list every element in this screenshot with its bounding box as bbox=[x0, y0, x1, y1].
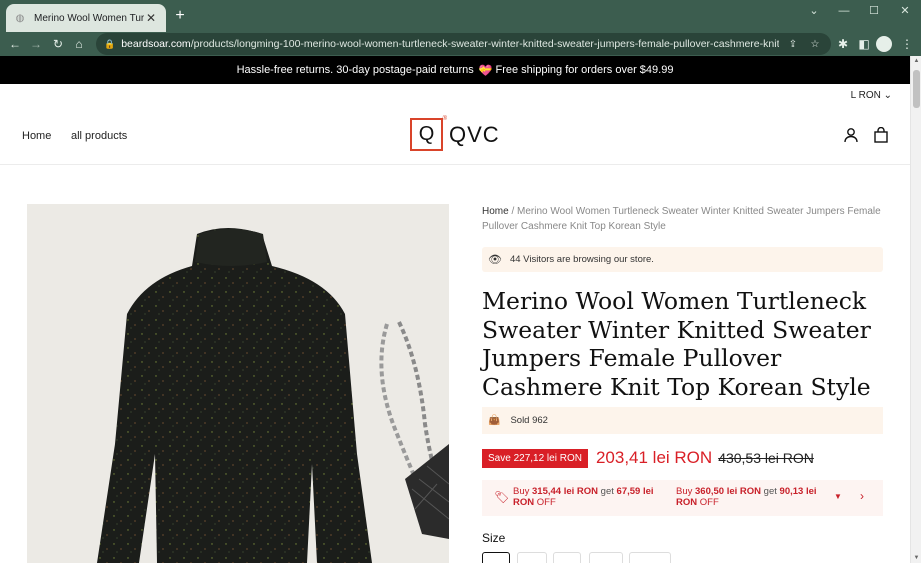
size-option[interactable] bbox=[517, 552, 547, 563]
caret-down-icon[interactable]: ▼ bbox=[834, 492, 842, 501]
menu-kebab-icon[interactable]: ⋮ bbox=[898, 35, 916, 53]
maximize-button[interactable]: ☐ bbox=[862, 4, 886, 20]
forward-icon[interactable]: → bbox=[27, 35, 45, 53]
breadcrumb-current: Merino Wool Women Turtleneck Sweater Win… bbox=[482, 206, 881, 232]
visitors-notice: 👁 44 Visitors are browsing our store. bbox=[482, 247, 883, 272]
size-option[interactable] bbox=[589, 552, 623, 563]
page-scrollbar[interactable]: ▲ ▼ bbox=[910, 56, 921, 563]
cart-bag-icon[interactable] bbox=[873, 127, 889, 143]
size-option[interactable] bbox=[482, 552, 510, 563]
offer-2[interactable]: Buy 360,50 lei RON get 90,13 lei RON OFF bbox=[676, 486, 826, 508]
announcement-bar: Hassle-free returns. 30-day postage-paid… bbox=[0, 56, 910, 84]
logo-mark: Q ® bbox=[410, 116, 447, 151]
close-window-button[interactable]: ✕ bbox=[893, 4, 917, 20]
currency-selector[interactable]: L RON ⌄ bbox=[851, 90, 892, 101]
tab-search-icon[interactable]: ⌄ bbox=[802, 4, 826, 20]
lock-icon: 🔒 bbox=[104, 38, 116, 49]
product-image[interactable] bbox=[27, 204, 449, 563]
sold-text: Sold 962 bbox=[510, 415, 548, 426]
scrollbar-thumb[interactable] bbox=[913, 70, 920, 108]
nav-home[interactable]: Home bbox=[22, 130, 51, 142]
favicon-icon: ◍ bbox=[15, 12, 25, 24]
new-tab-button[interactable]: + bbox=[172, 7, 188, 25]
shopping-bag-icon: 👜 bbox=[488, 415, 501, 426]
save-badge: Save 227,12 lei RON bbox=[482, 448, 588, 468]
close-tab-icon[interactable]: ✕ bbox=[144, 11, 158, 25]
url-text: beardsoar.com/products/longming-100-meri… bbox=[121, 38, 779, 50]
browser-tab[interactable]: ◍ Merino Wool Women Turtleneck ✕ bbox=[6, 4, 166, 32]
chevron-right-icon[interactable]: › bbox=[860, 489, 864, 503]
account-icon[interactable] bbox=[843, 127, 859, 143]
breadcrumb: Home / Merino Wool Women Turtleneck Swea… bbox=[482, 206, 881, 232]
header-divider bbox=[0, 164, 910, 165]
scroll-up-icon[interactable]: ▲ bbox=[912, 58, 921, 64]
announcement-shipping: Free shipping for orders over $49.99 bbox=[495, 64, 674, 76]
share-icon[interactable]: ⇪ bbox=[785, 39, 801, 50]
page-viewport: Hassle-free returns. 30-day postage-paid… bbox=[0, 56, 910, 563]
visitors-text: 44 Visitors are browsing our store. bbox=[509, 254, 654, 265]
extensions-puzzle-icon[interactable]: ✱ bbox=[834, 35, 852, 53]
tag-icon: 🏷 bbox=[494, 490, 510, 504]
browser-toolbar: ← → ↻ ⌂ 🔒 beardsoar.com/products/longmin… bbox=[0, 32, 921, 56]
address-bar[interactable]: 🔒 beardsoar.com/products/longming-100-me… bbox=[96, 33, 831, 55]
size-label: Size bbox=[482, 531, 506, 545]
back-icon[interactable]: ← bbox=[6, 35, 24, 53]
browser-titlebar: ◍ Merino Wool Women Turtleneck ✕ + ⌄ — ☐… bbox=[0, 0, 921, 32]
eye-icon: 👁 bbox=[488, 254, 502, 266]
sold-count: 👜 Sold 962 bbox=[482, 407, 883, 434]
breadcrumb-home[interactable]: Home bbox=[482, 206, 509, 217]
nav-all-products[interactable]: all products bbox=[71, 130, 127, 142]
offer-1[interactable]: Buy 315,44 lei RON get 67,59 lei RON OFF bbox=[513, 486, 663, 508]
store-logo[interactable]: Q ® QVC bbox=[410, 116, 500, 151]
current-price: 203,41 lei RON bbox=[595, 448, 713, 467]
reload-icon[interactable]: ↻ bbox=[49, 35, 67, 53]
bundle-offers[interactable]: 🏷 Buy 315,44 lei RON get 67,59 lei RON O… bbox=[482, 480, 883, 516]
chevron-down-icon: ⌄ bbox=[883, 90, 892, 101]
tab-title: Merino Wool Women Turtleneck bbox=[34, 12, 144, 24]
gift-heart-icon: 💝 bbox=[478, 64, 493, 77]
announcement-returns: Hassle-free returns. 30-day postage-paid… bbox=[236, 64, 474, 76]
logo-text: QVC bbox=[449, 121, 500, 147]
bookmark-star-icon[interactable]: ☆ bbox=[807, 39, 823, 50]
size-option[interactable] bbox=[553, 552, 581, 563]
product-title: Merino Wool Women Turtleneck Sweater Win… bbox=[482, 287, 871, 401]
size-option[interactable] bbox=[629, 552, 671, 563]
side-panel-icon[interactable]: ◧ bbox=[855, 35, 873, 53]
home-icon[interactable]: ⌂ bbox=[70, 35, 88, 53]
profile-avatar[interactable] bbox=[876, 36, 892, 52]
minimize-button[interactable]: — bbox=[832, 4, 856, 20]
scroll-down-icon[interactable]: ▼ bbox=[912, 555, 921, 561]
original-price: 430,53 lei RON bbox=[718, 450, 814, 466]
price-row: Save 227,12 lei RON 203,41 lei RON 430,5… bbox=[482, 448, 814, 468]
